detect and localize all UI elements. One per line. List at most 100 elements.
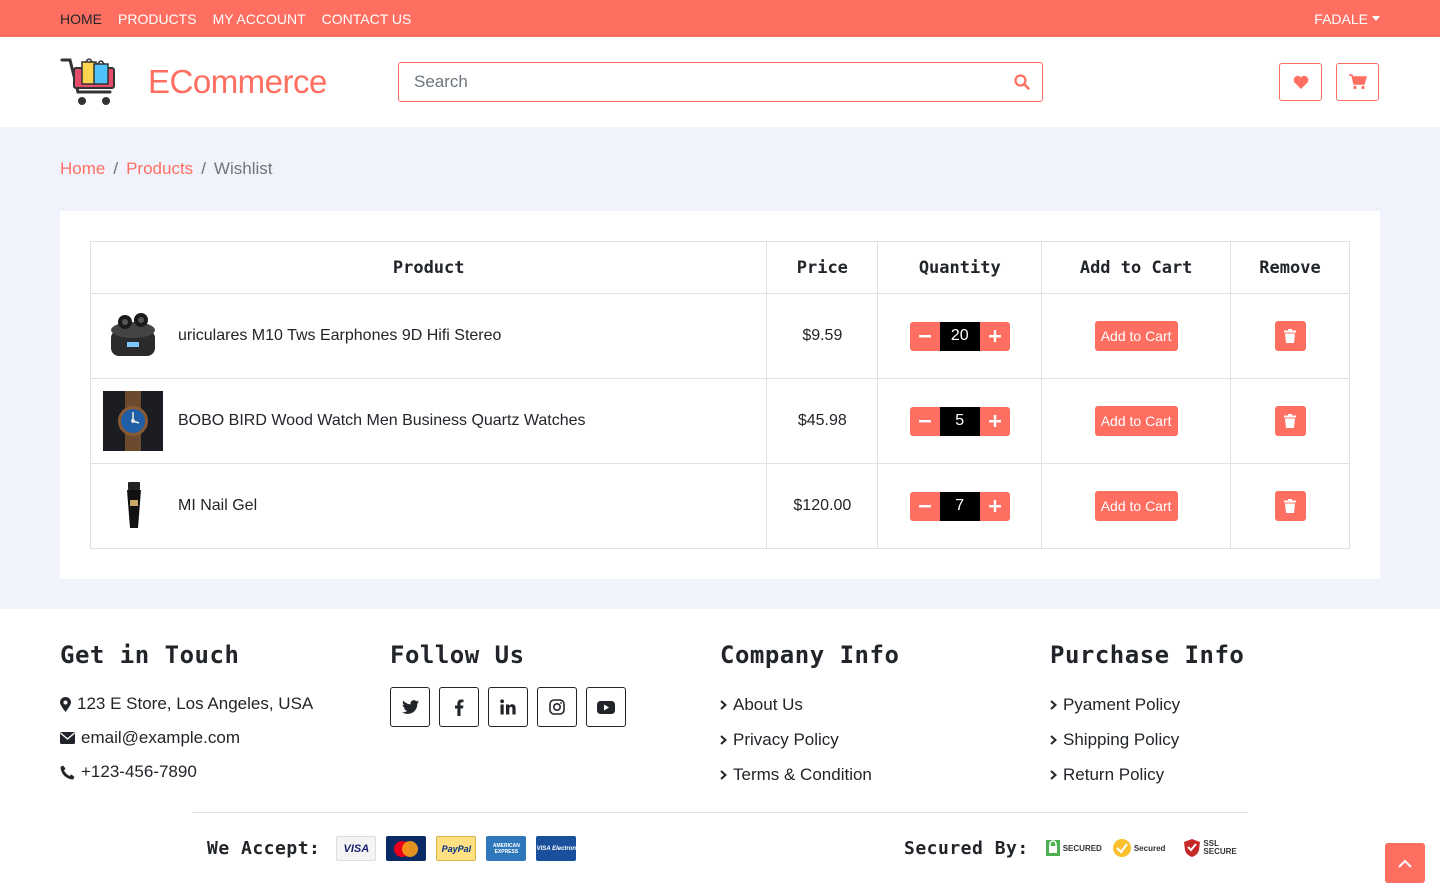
breadcrumb-home[interactable]: Home (60, 159, 105, 179)
chevron-up-icon (1398, 859, 1412, 868)
plus-icon (988, 415, 1001, 427)
footer-link-terms[interactable]: Terms & Condition (720, 757, 1050, 792)
trash-icon (1284, 329, 1297, 343)
search-icon[interactable] (1002, 63, 1042, 101)
wishlist-table: Product Price Quantity Add to Cart Remov… (89, 241, 1350, 549)
logo[interactable]: ECommerce (60, 54, 398, 110)
nav-contact-us[interactable]: CONTACT US (322, 11, 412, 27)
remove-button[interactable] (1274, 491, 1306, 521)
remove-button[interactable] (1274, 321, 1306, 351)
user-menu[interactable]: FADALE (1314, 11, 1380, 27)
product-name[interactable]: uriculares M10 Tws Earphones 9D Hifi Ste… (178, 327, 501, 345)
ssl-secure-badge-icon: SSL SECURE (1183, 836, 1237, 860)
table-row: uriculares M10 Tws Earphones 9D Hifi Ste… (89, 293, 1350, 379)
nav-my-account[interactable]: MY ACCOUNT (213, 11, 306, 27)
footer-heading: Get in Touch (60, 641, 240, 669)
footer-link-payment-policy[interactable]: Pyament Policy (1050, 687, 1380, 722)
add-to-cart-button[interactable]: Add to Cart (1094, 491, 1178, 521)
linkedin-icon (500, 699, 516, 715)
quantity-value[interactable]: 5 (939, 406, 980, 436)
site-footer: Get in Touch 123 E Store, Los Angeles, U… (0, 609, 1440, 889)
link-label: Shipping Policy (1063, 729, 1180, 749)
quantity-value[interactable]: 7 (939, 491, 980, 521)
caret-down-icon (1372, 16, 1380, 21)
email-text[interactable]: email@example.com (81, 728, 240, 748)
secured-badge-icon: SECURED (1045, 836, 1102, 860)
we-accept-label: We Accept: (207, 838, 321, 859)
youtube-button[interactable] (586, 687, 626, 727)
product-image-watch[interactable] (103, 391, 163, 451)
brand-name: ECommerce (148, 63, 327, 100)
decrease-quantity-button[interactable] (909, 491, 940, 521)
visa-electron-label: VISA Electron (536, 845, 577, 852)
footer-link-privacy[interactable]: Privacy Policy (720, 722, 1050, 757)
product-cell: uriculares M10 Tws Earphones 9D Hifi Ste… (89, 293, 768, 379)
wishlist-card: Product Price Quantity Add to Cart Remov… (60, 211, 1380, 579)
header-product: Product (89, 241, 768, 294)
wishlist-button[interactable] (1279, 63, 1322, 101)
instagram-button[interactable] (537, 687, 577, 727)
search-box (398, 62, 1043, 102)
product-name[interactable]: BOBO BIRD Wood Watch Men Business Quartz… (178, 412, 586, 430)
security-badges: Secured By: SECURED Secured SSL SECURE (904, 836, 1237, 860)
amex-icon: AMERICAN EXPRESS (486, 836, 527, 861)
top-nav: HOME PRODUCTS MY ACCOUNT CONTACT US (60, 11, 411, 27)
footer-heading: Follow Us (390, 641, 525, 669)
quantity-cell: 7 (877, 463, 1043, 549)
trash-icon (1284, 414, 1297, 428)
add-to-cart-cell: Add to Cart (1041, 463, 1232, 549)
add-to-cart-button[interactable]: Add to Cart (1094, 321, 1178, 351)
visa-card-icon: VISA (336, 836, 377, 861)
phone-text[interactable]: +123-456-7890 (81, 762, 197, 782)
payment-methods: We Accept: VISA PayPal AMERICAN EXPRESS … (207, 836, 577, 861)
secured-badge-label: SECURED (1062, 843, 1102, 853)
facebook-button[interactable] (439, 687, 479, 727)
footer-link-shipping-policy[interactable]: Shipping Policy (1050, 722, 1380, 757)
linkedin-button[interactable] (488, 687, 528, 727)
footer-link-return-policy[interactable]: Return Policy (1050, 757, 1380, 792)
paypal-secured-badge-icon: Secured (1112, 836, 1165, 860)
footer-phone: +123-456-7890 (60, 755, 390, 789)
add-to-cart-button[interactable]: Add to Cart (1094, 406, 1178, 436)
facebook-icon (455, 699, 464, 716)
decrease-quantity-button[interactable] (909, 406, 940, 436)
heart-icon (1293, 75, 1308, 89)
back-to-top-button[interactable] (1385, 843, 1425, 883)
remove-button[interactable] (1274, 406, 1306, 436)
link-label: Pyament Policy (1063, 694, 1181, 714)
cart-button[interactable] (1336, 63, 1379, 101)
footer-company-info: Company Info About Us Privacy Policy Ter… (720, 641, 1050, 792)
plus-icon (988, 330, 1001, 342)
visa-label: VISA (343, 842, 370, 855)
quantity-value[interactable]: 20 (939, 321, 980, 351)
increase-quantity-button[interactable] (979, 406, 1010, 436)
increase-quantity-button[interactable] (979, 321, 1010, 351)
twitter-button[interactable] (390, 687, 430, 727)
product-image-nail-gel[interactable] (103, 476, 163, 536)
product-name[interactable]: MI Nail Gel (178, 497, 257, 515)
decrease-quantity-button[interactable] (909, 321, 940, 351)
breadcrumb-products[interactable]: Products (126, 159, 193, 179)
header-quantity: Quantity (877, 241, 1043, 294)
site-header: ECommerce (0, 37, 1440, 127)
mastercard-icon (386, 836, 427, 861)
chevron-right-icon (1050, 734, 1057, 745)
footer-email: email@example.com (60, 721, 390, 755)
chevron-right-icon (720, 734, 727, 745)
remove-cell (1230, 463, 1350, 549)
link-label: Privacy Policy (733, 729, 839, 749)
nav-home[interactable]: HOME (60, 11, 102, 27)
secured-by-label: Secured By: (904, 837, 1029, 859)
quantity-cell: 5 (877, 378, 1043, 464)
main-content: Home / Products / Wishlist Product Price… (0, 127, 1440, 609)
product-image-earphones[interactable] (103, 306, 163, 366)
remove-cell (1230, 378, 1350, 464)
footer-heading: Purchase Info (1050, 641, 1245, 669)
increase-quantity-button[interactable] (979, 491, 1010, 521)
search-input[interactable] (399, 63, 1002, 101)
top-bar: HOME PRODUCTS MY ACCOUNT CONTACT US FADA… (0, 0, 1440, 37)
minus-icon (918, 505, 931, 508)
footer-link-about[interactable]: About Us (720, 687, 1050, 722)
paypal-label: PayPal (441, 843, 472, 854)
nav-products[interactable]: PRODUCTS (118, 11, 197, 27)
